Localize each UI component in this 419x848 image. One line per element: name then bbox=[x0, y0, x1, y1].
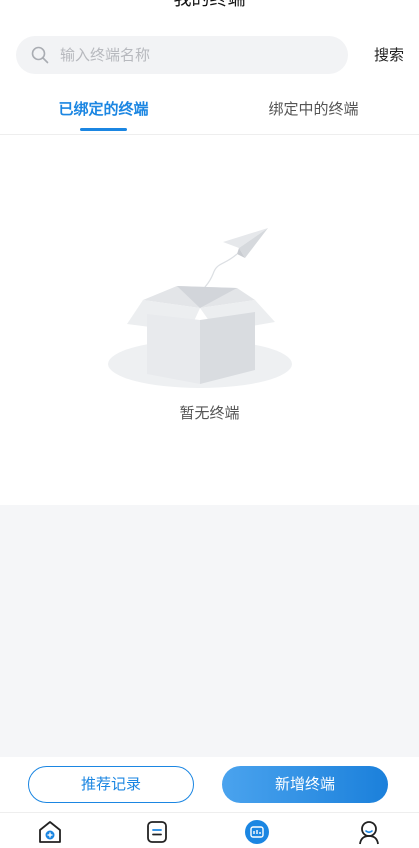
terminal-chart-icon[interactable] bbox=[244, 819, 270, 845]
list-doc-icon[interactable] bbox=[144, 819, 170, 845]
tab-binding-terminals[interactable]: 绑定中的终端 bbox=[210, 88, 417, 134]
home-plus-icon[interactable] bbox=[37, 819, 63, 845]
add-terminal-button[interactable]: 新增终端 bbox=[222, 766, 388, 803]
tab-bar: 已绑定的终端 绑定中的终端 bbox=[0, 88, 419, 135]
search-box[interactable] bbox=[16, 36, 348, 74]
empty-state-text: 暂无终端 bbox=[179, 404, 240, 422]
content-area: 我的终端 搜索 已绑定的终端 绑定中的终端 bbox=[0, 0, 419, 505]
page: 我的终端 搜索 已绑定的终端 绑定中的终端 bbox=[0, 0, 419, 848]
recommend-record-button[interactable]: 推荐记录 bbox=[28, 766, 194, 803]
search-icon bbox=[31, 46, 49, 64]
profile-icon[interactable] bbox=[356, 819, 382, 845]
empty-box-icon bbox=[108, 228, 292, 388]
search-row: 搜索 bbox=[16, 36, 404, 74]
search-button[interactable]: 搜索 bbox=[364, 36, 404, 74]
search-input[interactable] bbox=[60, 36, 330, 74]
page-title: 我的终端 bbox=[0, 0, 419, 12]
active-tab-indicator bbox=[80, 128, 127, 131]
action-bar: 推荐记录 新增终端 bbox=[0, 757, 419, 812]
bottom-nav bbox=[0, 812, 419, 848]
